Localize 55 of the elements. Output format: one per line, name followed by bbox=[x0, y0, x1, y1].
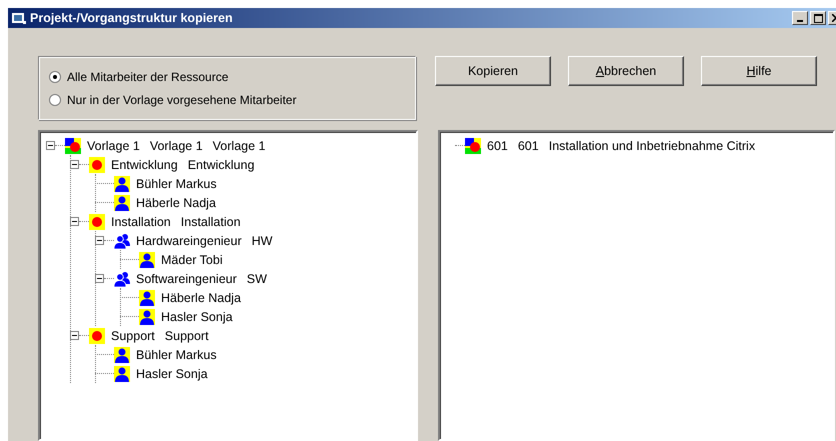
people-icon bbox=[114, 232, 130, 248]
window-icon bbox=[12, 12, 26, 24]
collapse-toggle[interactable] bbox=[70, 217, 79, 226]
collapse-toggle[interactable] bbox=[70, 331, 79, 340]
dialog-button[interactable]: Hilfe bbox=[701, 56, 817, 86]
dialog-button[interactable]: Abbrechen bbox=[568, 56, 684, 86]
tree-item-label[interactable]: Installation bbox=[180, 214, 241, 228]
tree-item-label[interactable]: Hasler Sonja bbox=[161, 310, 233, 324]
collapse-toggle[interactable] bbox=[95, 236, 104, 245]
tree-item-label[interactable]: Bühler Markus bbox=[136, 348, 217, 362]
tree-item-label[interactable]: Vorlage 1 bbox=[87, 138, 140, 152]
group-icon bbox=[89, 214, 105, 230]
window-title: Projekt-/Vorgangstruktur kopieren bbox=[30, 11, 234, 25]
tree-item-label[interactable]: Bühler Markus bbox=[136, 176, 217, 190]
tree-item-label[interactable]: Support bbox=[111, 328, 155, 342]
tree-item-label[interactable]: Mäder Tobi bbox=[161, 252, 223, 266]
tree-item-label[interactable]: Installation bbox=[111, 214, 171, 228]
radio-option[interactable]: Alle Mitarbeiter der Ressource bbox=[49, 70, 415, 84]
template-icon bbox=[465, 138, 481, 154]
tree-item-label[interactable]: Entwicklung bbox=[188, 158, 254, 172]
tree-item-label[interactable]: Installation und Inbetriebnahme Citrix bbox=[548, 138, 756, 152]
person-icon bbox=[114, 194, 130, 210]
radio-icon[interactable] bbox=[49, 70, 61, 82]
tree-item-label[interactable]: Häberle Nadja bbox=[161, 290, 241, 304]
tree-item-label[interactable]: Häberle Nadja bbox=[136, 196, 216, 210]
person-icon bbox=[139, 290, 155, 306]
tree-item-label[interactable]: Vorlage 1 bbox=[212, 138, 266, 152]
collapse-toggle[interactable] bbox=[95, 274, 104, 283]
tree-item-label[interactable]: HW bbox=[252, 234, 272, 248]
radio-option[interactable]: Nur in der Vorlage vorgesehene Mitarbeiter bbox=[49, 92, 415, 106]
tree-item-label[interactable]: 601 bbox=[487, 138, 508, 152]
dialog-button[interactable]: Kopieren bbox=[435, 56, 551, 86]
group-icon bbox=[89, 156, 105, 172]
maximize-icon bbox=[814, 14, 822, 22]
person-icon bbox=[114, 176, 130, 192]
tree-item-label[interactable]: Vorlage 1 bbox=[150, 138, 203, 152]
template-icon bbox=[65, 138, 81, 154]
person-icon bbox=[139, 252, 155, 268]
tree-item-label[interactable]: Hardwareingenieur bbox=[136, 234, 242, 248]
tree-item-label[interactable]: Softwareingenieur bbox=[136, 272, 237, 286]
tree-item-label[interactable]: Support bbox=[164, 328, 209, 342]
collapse-toggle[interactable] bbox=[70, 160, 79, 169]
tree-item-label[interactable]: 601 bbox=[518, 138, 539, 152]
people-icon bbox=[114, 270, 130, 286]
collapse-toggle[interactable] bbox=[46, 141, 55, 150]
person-icon bbox=[114, 346, 130, 362]
maximize-button[interactable] bbox=[810, 11, 826, 25]
tree-item-label[interactable]: Hasler Sonja bbox=[136, 366, 208, 380]
person-icon bbox=[114, 366, 130, 382]
minimize-button[interactable] bbox=[792, 11, 808, 25]
tree-item-label[interactable]: SW bbox=[246, 272, 267, 286]
tree-item-label[interactable]: Entwicklung bbox=[111, 158, 178, 172]
group-icon bbox=[89, 328, 105, 344]
person-icon bbox=[139, 308, 155, 324]
radio-icon[interactable] bbox=[49, 94, 61, 106]
